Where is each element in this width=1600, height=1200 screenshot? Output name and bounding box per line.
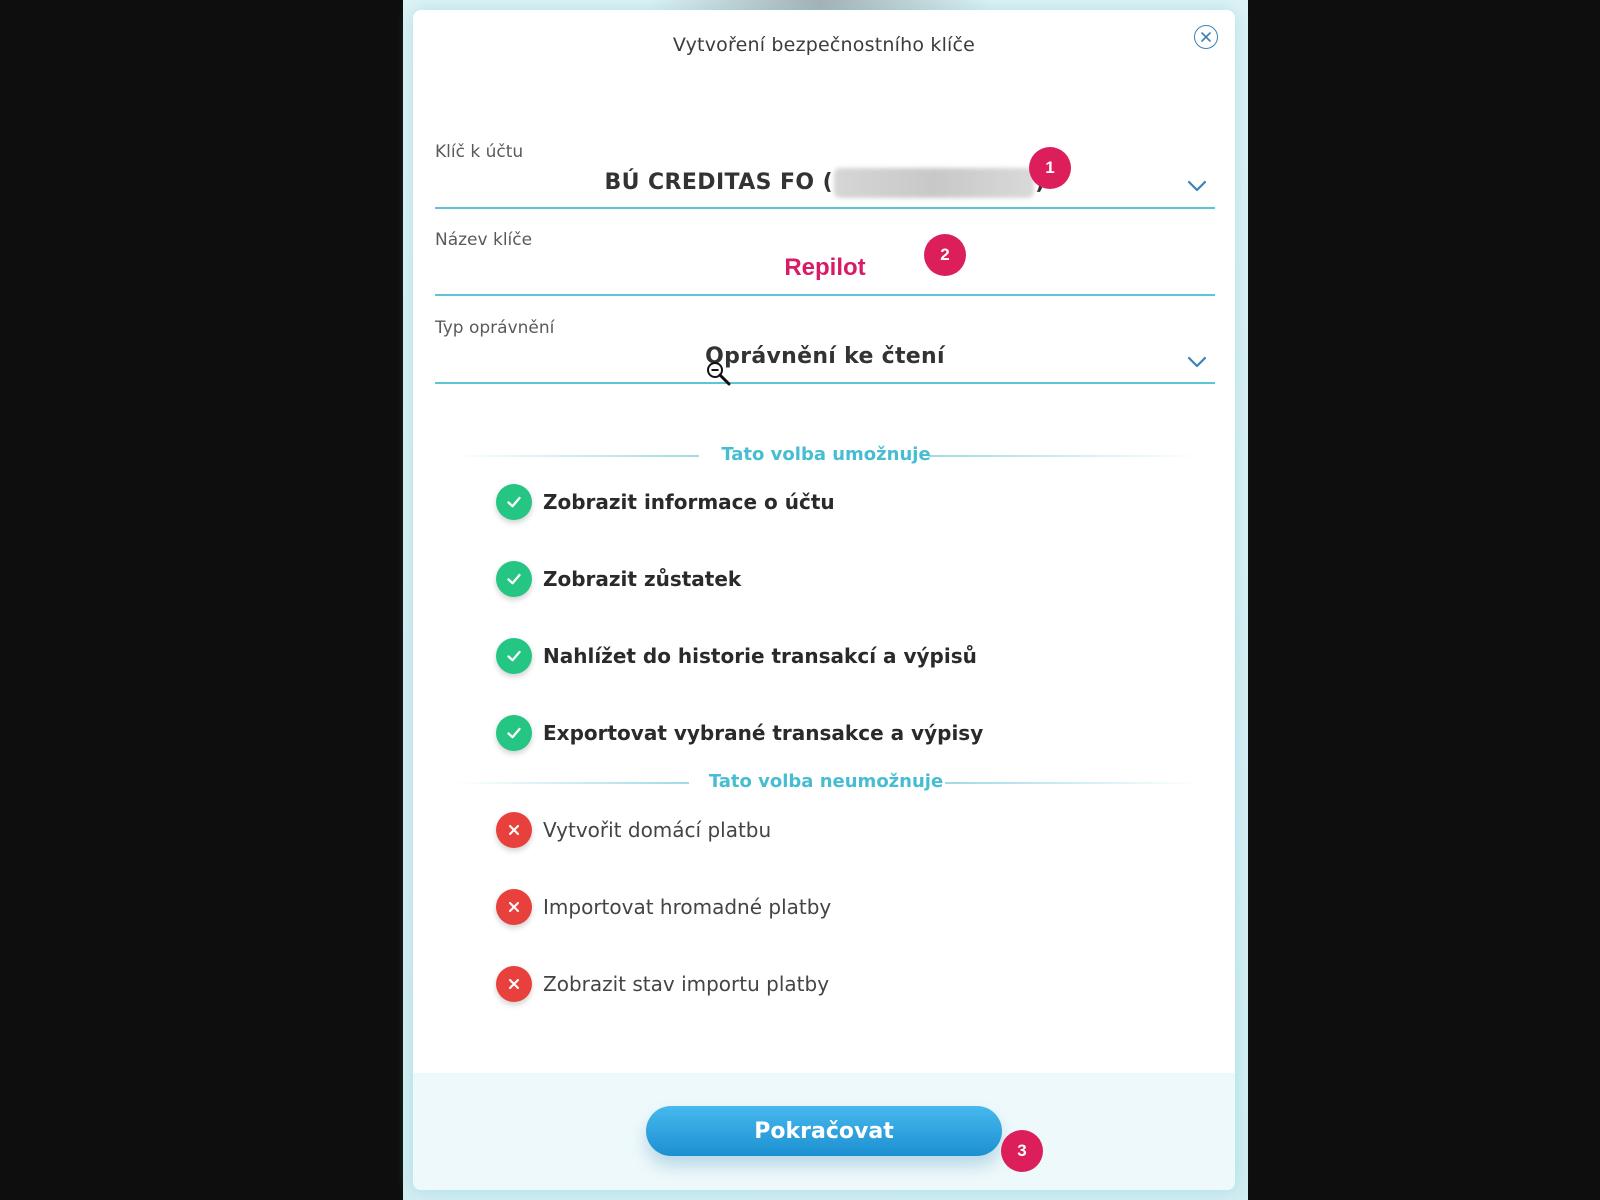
allowed-section-heading: Tato volba umožnuje	[721, 444, 931, 465]
denied-item-label: Zobrazit stav importu platby	[543, 972, 830, 996]
create-security-key-dialog: Vytvoření bezpečnostního klíče Klíč k úč…	[413, 10, 1235, 1190]
allowed-item-label: Zobrazit informace o účtu	[543, 490, 835, 514]
allowed-item-label: Nahlížet do historie transakcí a výpisů	[543, 644, 977, 668]
check-icon	[496, 638, 532, 674]
annotation-marker-2: 2	[924, 234, 966, 276]
chevron-down-icon[interactable]	[1187, 180, 1207, 192]
denied-item-label: Importovat hromadné platby	[543, 895, 832, 919]
account-select-value: BÚ CREDITAS FO ()	[435, 168, 1215, 198]
annotation-marker-1: 1	[1029, 147, 1071, 189]
key-name-value[interactable]: Repilot	[435, 254, 1215, 282]
allowed-item: Zobrazit informace o účtu	[496, 482, 835, 522]
denied-item: Importovat hromadné platby	[496, 887, 831, 927]
permission-type-label: Typ oprávnění	[435, 318, 555, 338]
redacted-account-number	[834, 168, 1035, 198]
allowed-item: Nahlížet do historie transakcí a výpisů	[496, 636, 977, 676]
permission-type-select[interactable]: Typ oprávnění Oprávnění ke čtení	[435, 306, 1215, 384]
check-icon	[496, 561, 532, 597]
denied-item-label: Vytvořit domácí platbu	[543, 818, 772, 842]
cross-icon	[496, 966, 532, 1002]
permission-type-value: Oprávnění ke čtení	[705, 344, 945, 369]
account-name: BÚ CREDITAS FO (	[604, 170, 834, 195]
background-element	[650, 0, 990, 10]
continue-button[interactable]: Pokračovat	[646, 1106, 1002, 1156]
chevron-down-icon[interactable]	[1187, 356, 1207, 368]
close-button[interactable]	[1194, 25, 1218, 49]
key-name-label: Název klíče	[435, 230, 533, 250]
account-select-label: Klíč k účtu	[435, 142, 524, 162]
allowed-item: Zobrazit zůstatek	[496, 559, 741, 599]
zoom-out-cursor-icon	[707, 362, 731, 386]
cross-icon	[496, 812, 532, 848]
check-icon	[496, 715, 532, 751]
annotation-marker-3: 3	[1001, 1130, 1043, 1172]
close-icon	[1201, 32, 1211, 42]
allowed-item: Exportovat vybrané transakce a výpisy	[496, 713, 983, 753]
allowed-item-label: Zobrazit zůstatek	[543, 567, 742, 591]
account-select[interactable]: Klíč k účtu BÚ CREDITAS FO ()	[435, 130, 1215, 209]
denied-section-heading: Tato volba neumožnuje	[708, 771, 944, 792]
allowed-section-divider: Tato volba umožnuje	[453, 444, 1199, 468]
allowed-item-label: Exportovat vybrané transakce a výpisy	[543, 721, 984, 745]
denied-item: Zobrazit stav importu platby	[496, 964, 829, 1004]
cross-icon	[496, 889, 532, 925]
check-icon	[496, 484, 532, 520]
denied-item: Vytvořit domácí platbu	[496, 810, 771, 850]
denied-section-divider: Tato volba neumožnuje	[453, 771, 1199, 795]
dialog-title: Vytvoření bezpečnostního klíče	[672, 34, 976, 56]
key-name-input[interactable]: Název klíče Repilot	[435, 218, 1215, 296]
